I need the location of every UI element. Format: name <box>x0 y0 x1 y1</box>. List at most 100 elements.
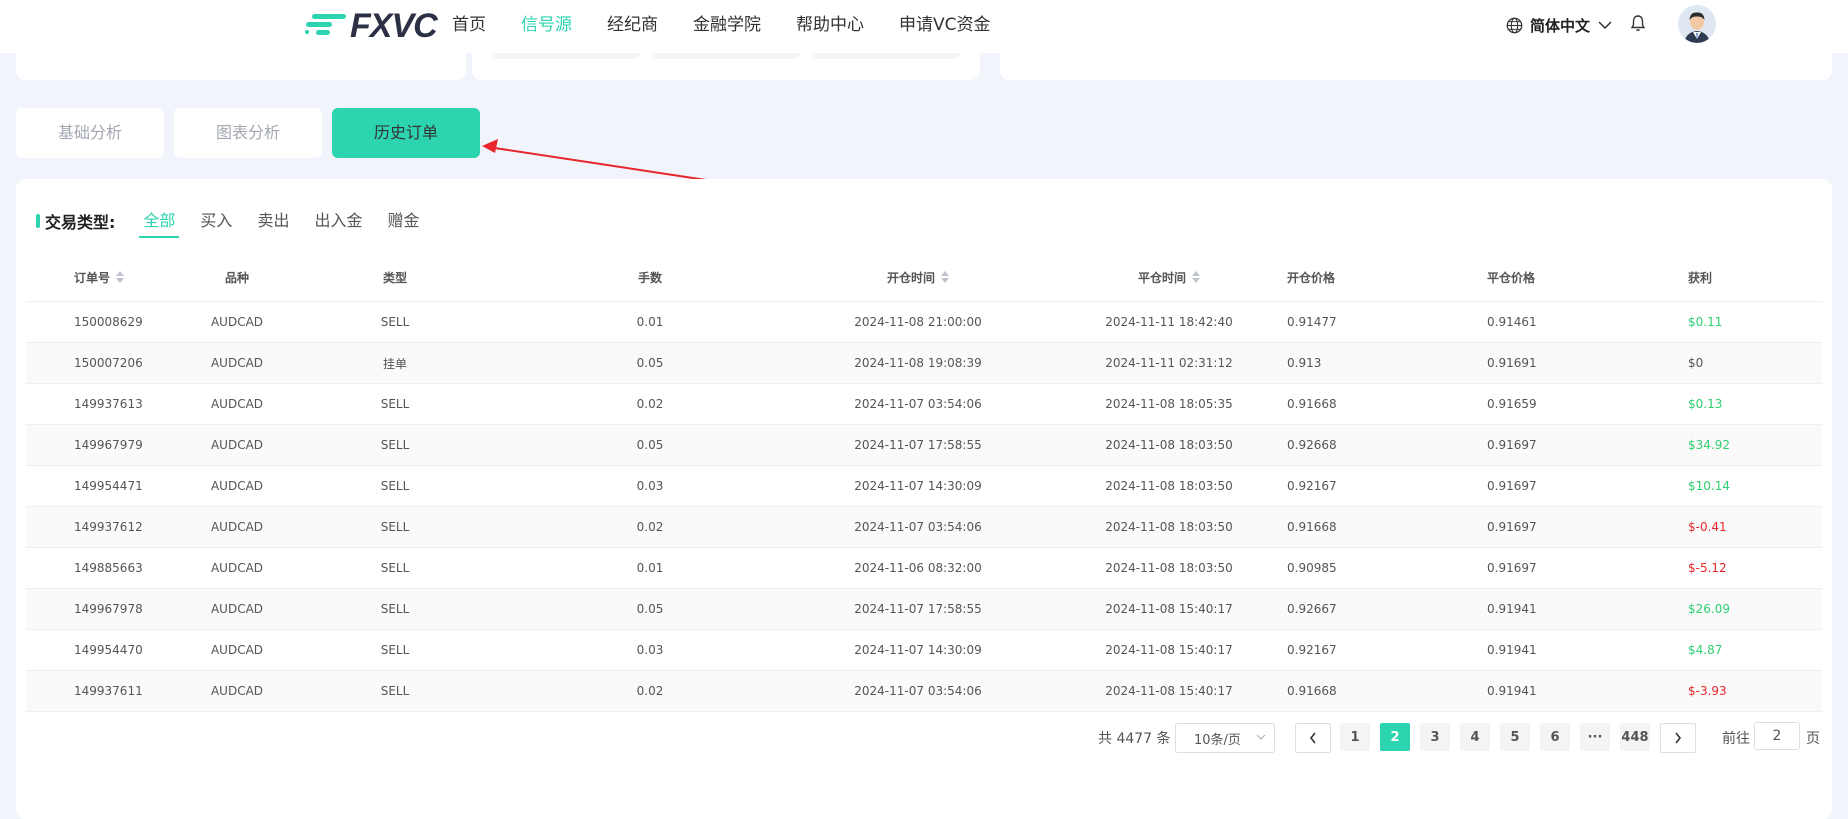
filter-option-sell[interactable]: 卖出 <box>257 207 289 235</box>
bell-icon[interactable] <box>1630 14 1646 32</box>
cell-profit: $-3.93 <box>1688 684 1727 698</box>
column-header-label: 订单号 <box>74 270 111 285</box>
filter-option-buy[interactable]: 买入 <box>200 207 232 235</box>
cell-open-price: 0.92167 <box>1287 479 1337 493</box>
cell-close-price: 0.91941 <box>1487 602 1537 616</box>
stats-card-left <box>16 53 466 80</box>
chevron-down-icon <box>1598 21 1612 30</box>
table-row: 149954470 AUDCAD SELL 0.03 2024-11-07 14:30:… <box>26 630 1822 671</box>
cell-order-id: 149937612 <box>74 520 143 534</box>
cell-order-id: 149954470 <box>74 643 143 657</box>
cell-lots: 0.02 <box>636 520 664 534</box>
cell-close-time: 2024-11-11 18:42:40 <box>1105 315 1233 329</box>
table-row: 149967978 AUDCAD SELL 0.05 2024-11-07 17:58:… <box>26 589 1822 630</box>
cell-profit: $10.14 <box>1688 479 1730 493</box>
cell-order-id: 149937611 <box>74 684 143 698</box>
table-row: 150008629 AUDCAD SELL 0.01 2024-11-08 21:00:… <box>26 302 1822 343</box>
table-body: 150008629 AUDCAD SELL 0.01 2024-11-08 21:00:… <box>26 302 1822 712</box>
cell-symbol: AUDCAD <box>210 438 264 452</box>
filter-option-bonus[interactable]: 赠金 <box>387 207 419 235</box>
column-header-open-time[interactable]: 开仓时间 <box>838 253 998 301</box>
table-row: 150007206 AUDCAD 挂单 0.05 2024-11-08 19:08:39… <box>26 343 1822 384</box>
cell-order-id: 149937613 <box>74 397 143 411</box>
page-button[interactable]: 1 <box>1340 723 1370 751</box>
cell-lots: 0.05 <box>636 602 664 616</box>
cell-symbol: AUDCAD <box>210 602 264 616</box>
cell-lots: 0.03 <box>636 643 664 657</box>
column-header-symbol: 品种 <box>224 270 249 285</box>
cell-open-time: 2024-11-07 03:54:06 <box>854 684 982 698</box>
sort-caret-icon[interactable] <box>941 271 949 283</box>
page-button-last[interactable]: 448 <box>1620 723 1650 751</box>
cell-close-time: 2024-11-08 18:05:35 <box>1105 397 1233 411</box>
filter-option-all[interactable]: 全部 <box>139 207 180 238</box>
stats-card-middle <box>472 53 980 80</box>
nav-item-home[interactable]: 首页 <box>452 0 486 50</box>
user-avatar[interactable] <box>1678 5 1716 43</box>
cell-open-time: 2024-11-06 08:32:00 <box>854 561 982 575</box>
page-size-value: 10条/页 <box>1194 732 1241 748</box>
sort-caret-icon[interactable] <box>116 271 125 283</box>
more-pages-button[interactable]: ··· <box>1580 723 1610 751</box>
table-row: 149937612 AUDCAD SELL 0.02 2024-11-07 03:54:… <box>26 507 1822 548</box>
nav-item-apply-funding[interactable]: 申请VC资金 <box>899 0 991 50</box>
page-button[interactable]: 4 <box>1460 723 1490 751</box>
globe-icon <box>1506 17 1523 33</box>
nav-item-signals[interactable]: 信号源 <box>521 0 572 50</box>
annotation-arrow <box>482 139 707 181</box>
filter-label: 交易类型: <box>45 213 116 232</box>
cell-open-price: 0.91477 <box>1287 315 1337 329</box>
stat-pill <box>812 53 960 59</box>
nav-item-brokers[interactable]: 经纪商 <box>607 0 658 50</box>
language-selector[interactable]: 简体中文 <box>1506 13 1612 37</box>
cell-type: SELL <box>380 438 410 452</box>
cell-order-id: 150008629 <box>74 315 143 329</box>
filter-option-deposit-withdraw[interactable]: 出入金 <box>314 207 362 235</box>
cell-lots: 0.02 <box>636 397 664 411</box>
sort-caret-icon[interactable] <box>1192 271 1200 283</box>
cell-close-time: 2024-11-08 15:40:17 <box>1105 643 1233 657</box>
language-label: 简体中文 <box>1530 16 1591 35</box>
nav-item-help[interactable]: 帮助中心 <box>796 0 864 50</box>
chevron-right-icon <box>1675 732 1682 744</box>
cell-open-time: 2024-11-08 21:00:00 <box>854 315 982 329</box>
page-button[interactable]: 3 <box>1420 723 1450 751</box>
cell-type: 挂单 <box>382 356 407 371</box>
cell-open-price: 0.92668 <box>1287 438 1337 452</box>
cell-close-time: 2024-11-08 18:03:50 <box>1105 438 1233 452</box>
next-page-button[interactable] <box>1660 723 1696 753</box>
fxvc-logo[interactable]: FXVC <box>304 7 438 45</box>
goto-page-input[interactable] <box>1754 722 1800 750</box>
page-button-current[interactable]: 2 <box>1380 723 1410 751</box>
column-header-order-id[interactable]: 订单号 <box>74 253 125 301</box>
cell-open-time: 2024-11-07 14:30:09 <box>854 643 982 657</box>
cell-symbol: AUDCAD <box>210 397 264 411</box>
tab-chart-analysis[interactable]: 图表分析 <box>174 108 322 158</box>
cell-type: SELL <box>380 643 410 657</box>
page-button[interactable]: 6 <box>1540 723 1570 751</box>
logo-mark-icon <box>305 14 346 35</box>
prev-page-button[interactable] <box>1295 723 1331 753</box>
cell-close-time: 2024-11-08 15:40:17 <box>1105 684 1233 698</box>
goto-prefix-label: 前往 <box>1722 731 1750 747</box>
cell-type: SELL <box>380 602 410 616</box>
table-row: 149937613 AUDCAD SELL 0.02 2024-11-07 03:54:… <box>26 384 1822 425</box>
cell-order-id: 150007206 <box>74 356 143 370</box>
chevron-down-icon <box>1256 734 1266 740</box>
tab-order-history[interactable]: 历史订单 <box>332 108 480 158</box>
tab-basic-analysis[interactable]: 基础分析 <box>16 108 164 158</box>
cell-close-time: 2024-11-11 02:31:12 <box>1105 356 1233 370</box>
cell-symbol: AUDCAD <box>210 315 264 329</box>
cell-profit: $0.13 <box>1688 397 1723 411</box>
page-size-select[interactable]: 10条/页 <box>1175 723 1275 753</box>
column-header-close-time[interactable]: 平仓时间 <box>1089 253 1249 301</box>
cell-close-price: 0.91941 <box>1487 643 1537 657</box>
cell-symbol: AUDCAD <box>210 561 264 575</box>
cell-close-price: 0.91659 <box>1487 397 1537 411</box>
filter-accent-bar <box>36 214 40 228</box>
cell-open-time: 2024-11-08 19:08:39 <box>854 356 982 370</box>
page-button[interactable]: 5 <box>1500 723 1530 751</box>
cell-profit: $-5.12 <box>1688 561 1727 575</box>
cell-close-time: 2024-11-08 18:03:50 <box>1105 520 1233 534</box>
nav-item-academy[interactable]: 金融学院 <box>693 0 761 50</box>
